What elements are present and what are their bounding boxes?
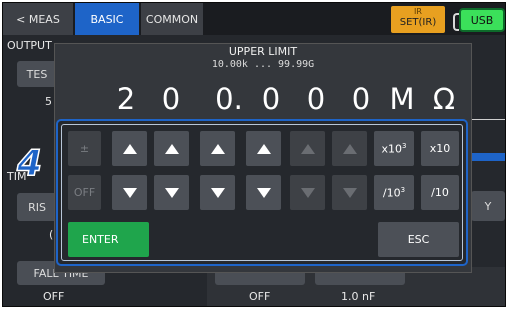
digit-down-button[interactable] [246, 175, 281, 210]
triangle-up-icon [300, 143, 315, 154]
ir-status-badge[interactable]: IR SET(IR) [391, 6, 445, 33]
digit-down-button[interactable] [154, 175, 189, 210]
esc-label: ESC [407, 233, 430, 246]
tab-common[interactable]: COMMON [141, 3, 203, 35]
ir-setting: SET(IR) [399, 17, 437, 28]
enter-label: ENTER [82, 233, 119, 246]
triangle-down-icon [256, 187, 271, 198]
test-value: 5 [45, 95, 52, 108]
unit-prefix: M [389, 82, 415, 116]
right-side-button[interactable]: Y [471, 191, 505, 221]
digit[interactable]: 0 [256, 82, 286, 116]
digit-up-button[interactable] [112, 131, 147, 166]
triangle-down-icon [210, 187, 225, 198]
divide-10-button[interactable]: /10 [421, 175, 459, 210]
right-btn-label: Y [484, 199, 492, 213]
divide-1000-label: /103 [382, 185, 406, 200]
digit-up-button[interactable] [200, 131, 235, 166]
usb-label: USB [470, 13, 494, 27]
digit-up-button[interactable] [332, 131, 367, 166]
dialog-title: UPPER LIMIT [228, 45, 298, 58]
triangle-up-icon [122, 143, 137, 154]
divide-10-label: /10 [431, 186, 449, 199]
top-bar: < MEAS BASIC COMMON IR SET(IR) USB [3, 3, 505, 35]
digit-down-button[interactable] [290, 175, 325, 210]
esc-button[interactable]: ESC [378, 222, 459, 257]
output-section-label: OUTPUT [7, 39, 52, 52]
digit-up-button[interactable] [290, 131, 325, 166]
unit-symbol: Ω [432, 82, 456, 116]
keypad-frame: ± x103 x10 OFF /103 /10 ENTER ESC [61, 124, 463, 261]
capacitance-value: 1.0 nF [341, 290, 376, 303]
plus-minus-button[interactable]: ± [68, 131, 101, 166]
triangle-down-icon [164, 187, 179, 198]
step-number-badge: 4 [16, 142, 55, 187]
triangle-up-icon [342, 143, 357, 154]
multiply-1000-button[interactable]: x103 [374, 131, 414, 166]
digit[interactable]: 2 [111, 82, 141, 116]
fall-time-value: OFF [43, 290, 65, 303]
step-number: 4 [16, 142, 43, 185]
enter-button[interactable]: ENTER [68, 222, 149, 257]
triangle-down-icon [122, 187, 137, 198]
triangle-down-icon [342, 187, 357, 198]
digit[interactable]: 0 [156, 82, 186, 116]
triangle-up-icon [210, 143, 225, 154]
digit-down-button[interactable] [200, 175, 235, 210]
digit-down-button[interactable] [332, 175, 367, 210]
rise-time-button[interactable]: RIS [17, 193, 57, 221]
off-label: OFF [73, 186, 96, 199]
test-label: TES [26, 67, 48, 81]
rise-value: ( [49, 228, 54, 241]
offset-value: OFF [249, 290, 271, 303]
progress-bar-fill [472, 153, 505, 161]
digit-up-button[interactable] [246, 131, 281, 166]
digit[interactable]: 0. [207, 82, 251, 116]
triangle-down-icon [300, 187, 315, 198]
triangle-up-icon [256, 143, 271, 154]
graph-line [472, 119, 505, 120]
triangle-up-icon [164, 143, 179, 154]
test-button[interactable]: TES [17, 61, 57, 87]
off-button[interactable]: OFF [68, 175, 101, 210]
multiply-10-button[interactable]: x10 [421, 131, 459, 166]
ir-label: IR [414, 7, 422, 16]
tab-basic[interactable]: BASIC [75, 3, 139, 35]
screen: < MEAS BASIC COMMON IR SET(IR) USB OUTPU… [2, 2, 506, 307]
digit-up-button[interactable] [154, 131, 189, 166]
usb-button[interactable]: USB [453, 8, 505, 32]
digit[interactable]: 0 [346, 82, 376, 116]
divide-1000-button[interactable]: /103 [374, 175, 414, 210]
plus-minus-label: ± [79, 142, 90, 155]
digit[interactable]: 0 [301, 82, 331, 116]
rise-label: RIS [28, 200, 46, 214]
multiply-1000-label: x103 [381, 141, 407, 156]
digit-down-button[interactable] [112, 175, 147, 210]
multiply-10-label: x10 [429, 142, 451, 155]
value-range: 10.00k ... 99.99G [211, 59, 315, 70]
tab-meas[interactable]: < MEAS [3, 3, 73, 35]
numeric-keypad: ± x103 x10 OFF /103 /10 ENTER ESC [56, 119, 468, 266]
